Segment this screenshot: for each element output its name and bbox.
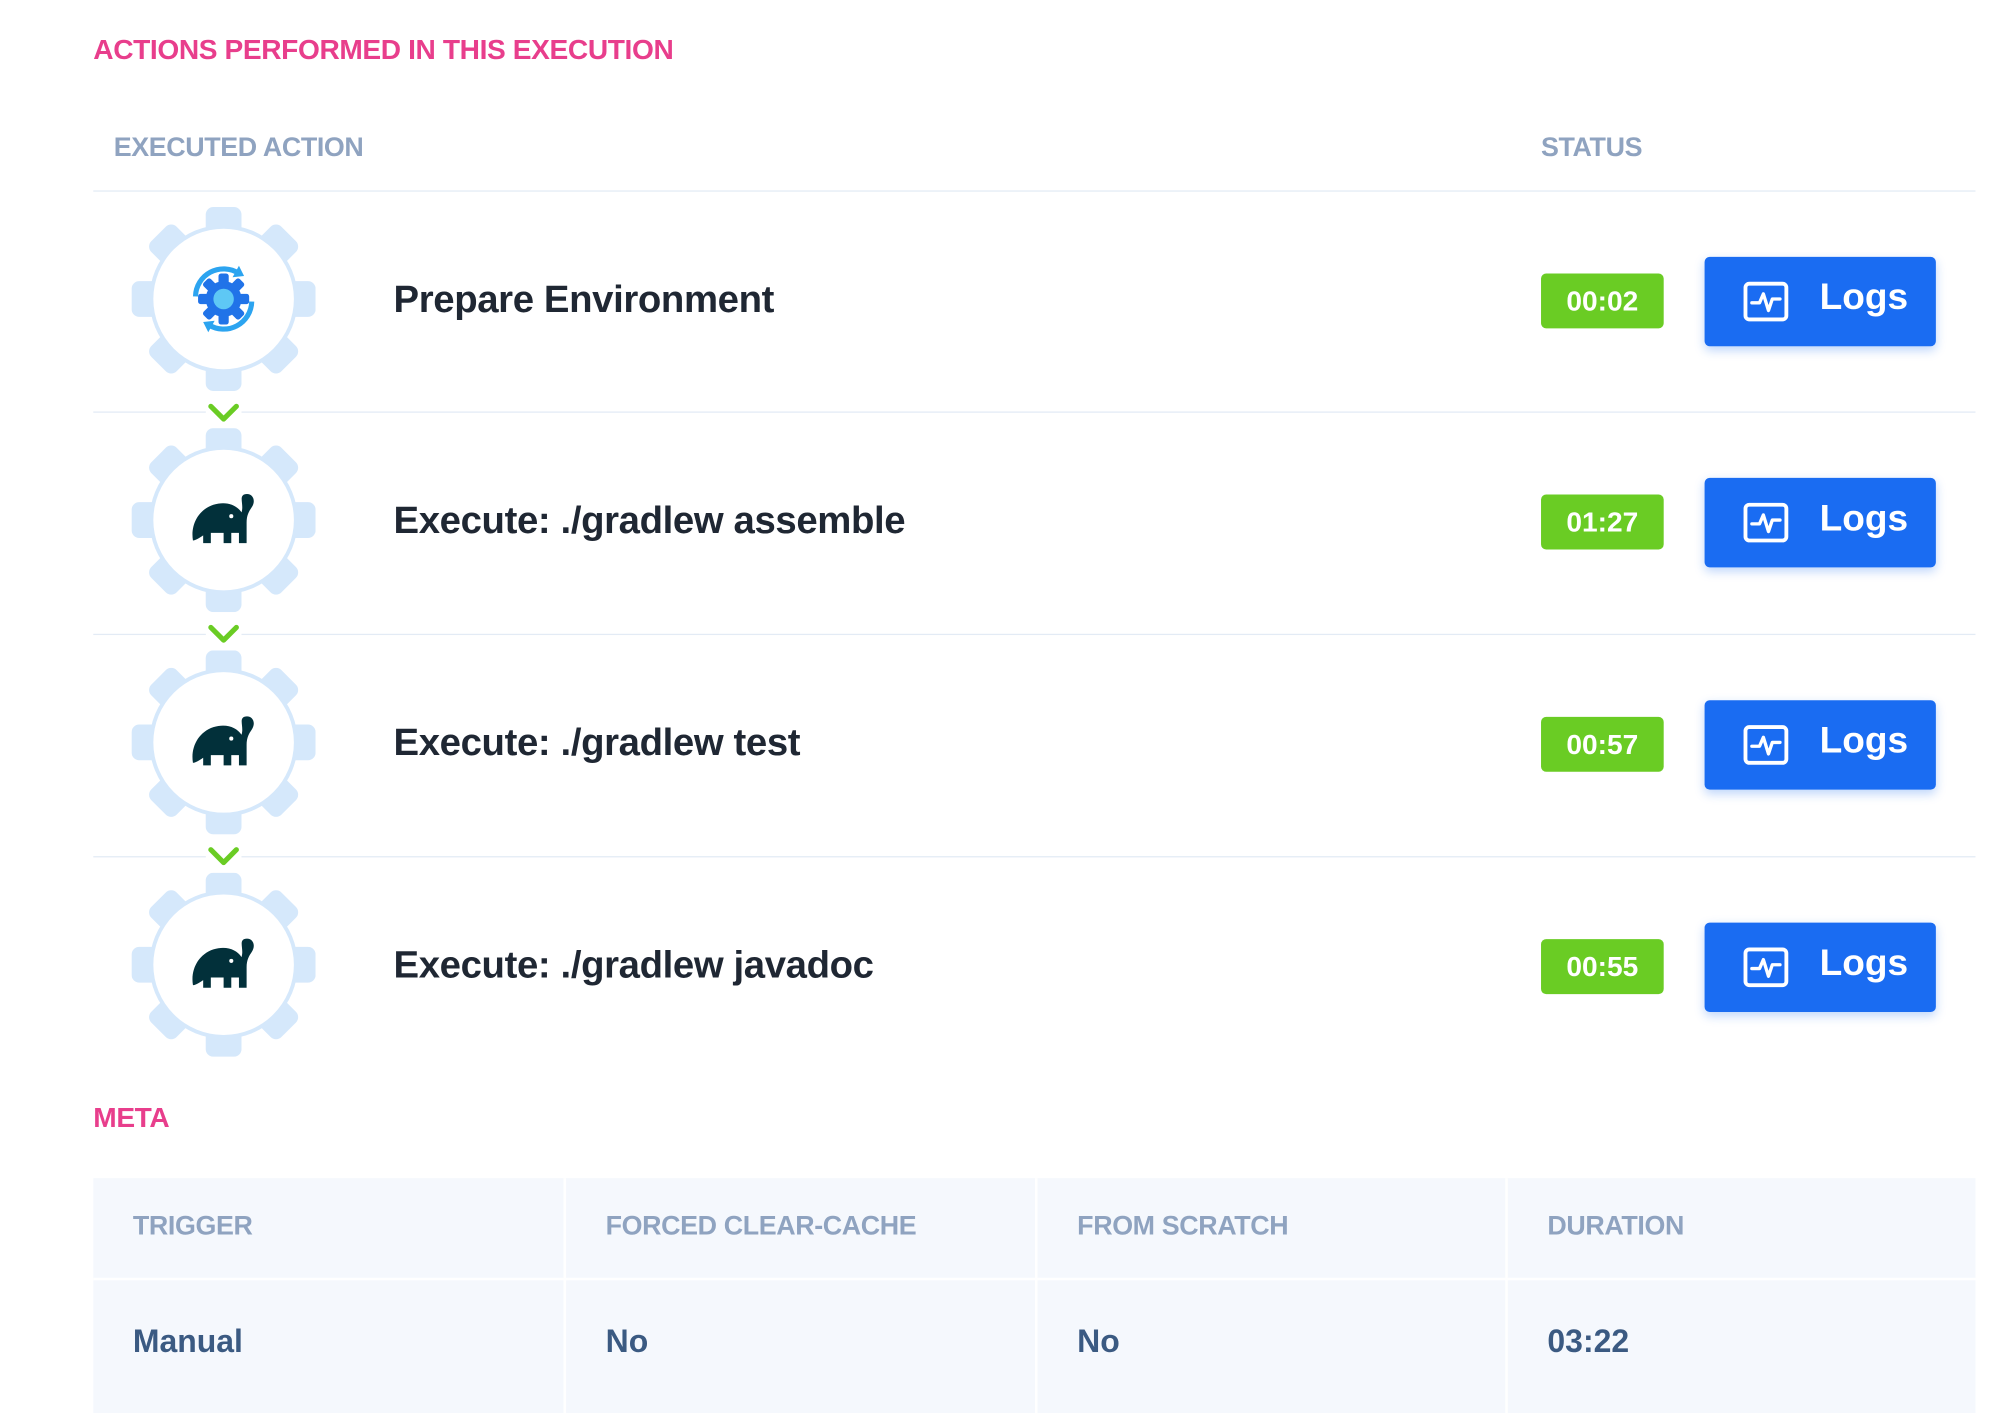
duration-badge: 01:27 [1541,494,1664,550]
activity-monitor-icon [1743,725,1789,766]
meta-header: FROM SCRATCH [1077,1211,1289,1241]
status-column-header: STATUS [1541,132,1643,163]
action-name: Execute: ./gradlew assemble [393,499,906,542]
logs-button[interactable]: Logs [1704,700,1936,790]
gradle-elephant-icon [188,712,260,773]
meta-value: No [605,1323,649,1360]
meta-section-title: META [93,1101,170,1134]
logs-button-label: Logs [1819,277,1909,319]
chevron-down-icon [205,401,242,425]
logs-button[interactable]: Logs [1704,477,1936,568]
meta-value: No [1077,1323,1120,1360]
duration-badge: 00:55 [1541,939,1664,995]
meta-column-trigger: TRIGGER Manual [93,1178,563,1413]
logs-button[interactable]: Logs [1704,922,1936,1013]
meta-header: FORCED CLEAR-CACHE [605,1211,917,1241]
action-step-gear [131,428,316,613]
logs-button-label: Logs [1819,498,1909,540]
duration-badge: 00:57 [1541,716,1664,772]
action-name: Execute: ./gradlew test [393,721,801,765]
meta-column-forced-clear-cache: FORCED CLEAR-CACHE No [563,1178,1037,1413]
executed-action-column-header: EXECUTED ACTION [113,132,364,163]
duration-badge: 00:02 [1541,273,1664,329]
meta-value: Manual [132,1323,243,1360]
chevron-down-icon [205,622,242,646]
action-step-gear [131,207,316,392]
meta-row-divider [93,1277,1976,1281]
action-name: Prepare Environment [393,278,775,321]
logs-button-label: Logs [1819,943,1909,984]
meta-header: TRIGGER [132,1211,253,1241]
action-name: Execute: ./gradlew javadoc [393,944,874,987]
meta-table: TRIGGER Manual FORCED CLEAR-CACHE No FRO… [93,1178,1978,1413]
gradle-elephant-icon [188,489,260,550]
gradle-elephant-icon [188,934,260,995]
chevron-down-icon [205,844,242,868]
action-row: Execute: ./gradlew javadoc 00:55 Logs [93,857,1975,1079]
action-step-gear [131,872,316,1057]
execution-detail-panel: ACTIONS PERFORMED IN THIS EXECUTION EXEC… [0,0,2001,1413]
sync-gear-icon [183,258,265,340]
meta-column-duration: DURATION 03:22 [1505,1178,1978,1413]
activity-monitor-icon [1743,281,1789,322]
meta-column-from-scratch: FROM SCRATCH No [1035,1178,1508,1413]
meta-value: 03:22 [1547,1323,1630,1360]
activity-monitor-icon [1743,502,1789,543]
action-row: Execute: ./gradlew test 00:57 Logs [93,635,1975,868]
action-row: Execute: ./gradlew assemble 01:27 Logs [93,413,1975,646]
activity-monitor-icon [1743,947,1789,988]
action-row: Prepare Environment 00:02 Logs [93,192,1975,425]
logs-button[interactable]: Logs [1704,256,1936,347]
action-step-gear [131,650,316,835]
actions-section-title: ACTIONS PERFORMED IN THIS EXECUTION [93,33,674,66]
meta-header: DURATION [1547,1211,1684,1241]
logs-button-label: Logs [1819,720,1909,762]
